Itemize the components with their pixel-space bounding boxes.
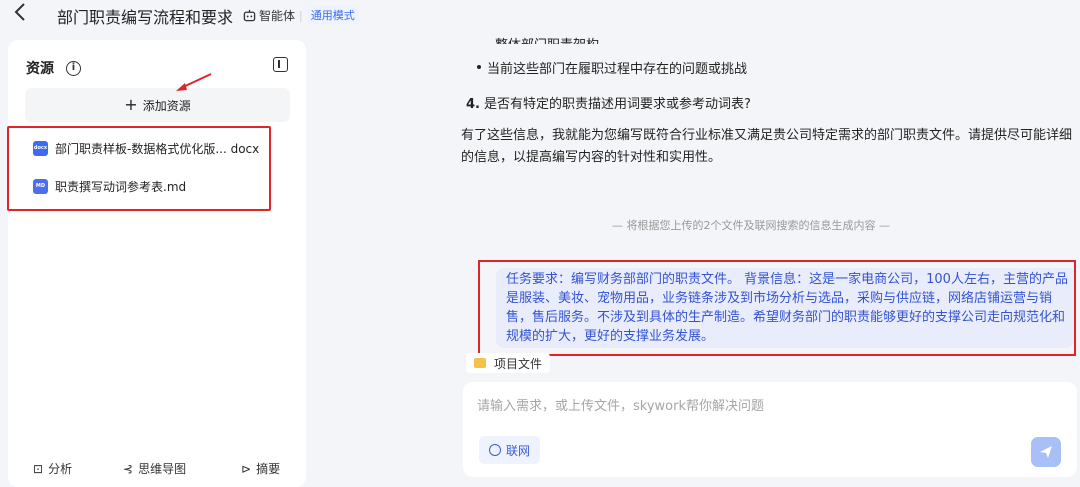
summary-button[interactable]: ⊳ 摘要 <box>241 460 280 477</box>
summary-label: 摘要 <box>256 462 281 476</box>
file-name: 部门职责样板-数据格式优化版... docx <box>55 142 260 156</box>
mindmap-button[interactable]: ⊰ 思维导图 <box>123 460 186 477</box>
resource-title: 资源 <box>26 61 54 77</box>
analyze-button[interactable]: ⊡ 分析 <box>33 460 72 477</box>
robot-icon <box>243 9 256 21</box>
file-name: 职责撰写动词参考表.md <box>55 180 187 194</box>
web-search-label: 联网 <box>506 443 531 458</box>
agent-indicator[interactable]: 智能体 | 通用模式 <box>243 6 359 24</box>
resource-header: 资源 i <box>26 58 81 78</box>
info-icon[interactable]: i <box>66 60 81 76</box>
agent-label: 智能体 <box>259 8 296 23</box>
highlight-box-files <box>7 126 271 211</box>
annotation-arrow-icon <box>176 73 212 91</box>
question-number: 4. <box>466 97 480 112</box>
chat-input[interactable] <box>477 396 1037 416</box>
web-search-button[interactable]: 联网 <box>479 436 541 464</box>
separator: | <box>299 8 303 22</box>
bullet-item: 当前这些部门在履职过程中存在的问题或挑战 <box>476 58 747 77</box>
file-item-docx[interactable]: docx 部门职责样板-数据格式优化版... docx <box>33 140 259 157</box>
panel-toolbar: ⊡ 分析 ⊰ 思维导图 ⊳ 摘要 <box>8 460 306 480</box>
mindmap-label: 思维导图 <box>138 462 187 476</box>
file-item-md[interactable]: MD 职责撰写动词参考表.md <box>33 178 186 195</box>
add-resource-button[interactable]: + 添加资源 <box>25 88 290 122</box>
chat-input-box: 联网 <box>463 382 1077 477</box>
question-text: 是否有特定的职责描述用词要求或参考动词表? <box>483 97 751 112</box>
page-title: 部门职责编写流程和要求 <box>57 8 234 27</box>
summary-icon: ⊳ <box>241 461 252 476</box>
question-item: 4. 是否有特定的职责描述用词要求或参考动词表? <box>466 93 751 112</box>
analyze-icon: ⊡ <box>33 461 44 476</box>
send-icon <box>1040 446 1052 458</box>
mode-badge[interactable]: 通用模式 <box>306 6 359 24</box>
highlight-box-task <box>478 260 1076 356</box>
generation-note: — 将根据您上传的2个文件及联网搜索的信息生成内容 — <box>612 219 890 232</box>
md-file-icon: MD <box>33 179 48 194</box>
send-button[interactable] <box>1031 437 1061 467</box>
collapse-panel-icon[interactable] <box>273 57 288 72</box>
back-button[interactable] <box>14 2 34 26</box>
clipped-message-line: 整体部门职责架构 <box>495 24 695 44</box>
mindmap-icon: ⊰ <box>123 461 134 476</box>
add-resource-label: 添加资源 <box>142 98 191 113</box>
plus-icon: + <box>124 95 138 114</box>
project-file-label: 项目文件 <box>494 356 543 371</box>
globe-icon <box>489 444 501 456</box>
docx-file-icon: docx <box>33 141 48 156</box>
clipped-text: 整体部门职责架构 <box>495 34 599 44</box>
folder-icon <box>474 358 486 368</box>
assistant-paragraph: 有了这些信息，我就能为您编写既符合行业标准又满足贵公司特定需求的部门职责文件。请… <box>461 128 1073 165</box>
project-file-chip[interactable]: 项目文件 <box>466 353 551 373</box>
analyze-label: 分析 <box>48 462 73 476</box>
chevron-left-icon <box>14 3 25 21</box>
resource-panel: 资源 i + 添加资源 docx 部门职责样板-数据格式优化版... docx … <box>7 40 306 487</box>
